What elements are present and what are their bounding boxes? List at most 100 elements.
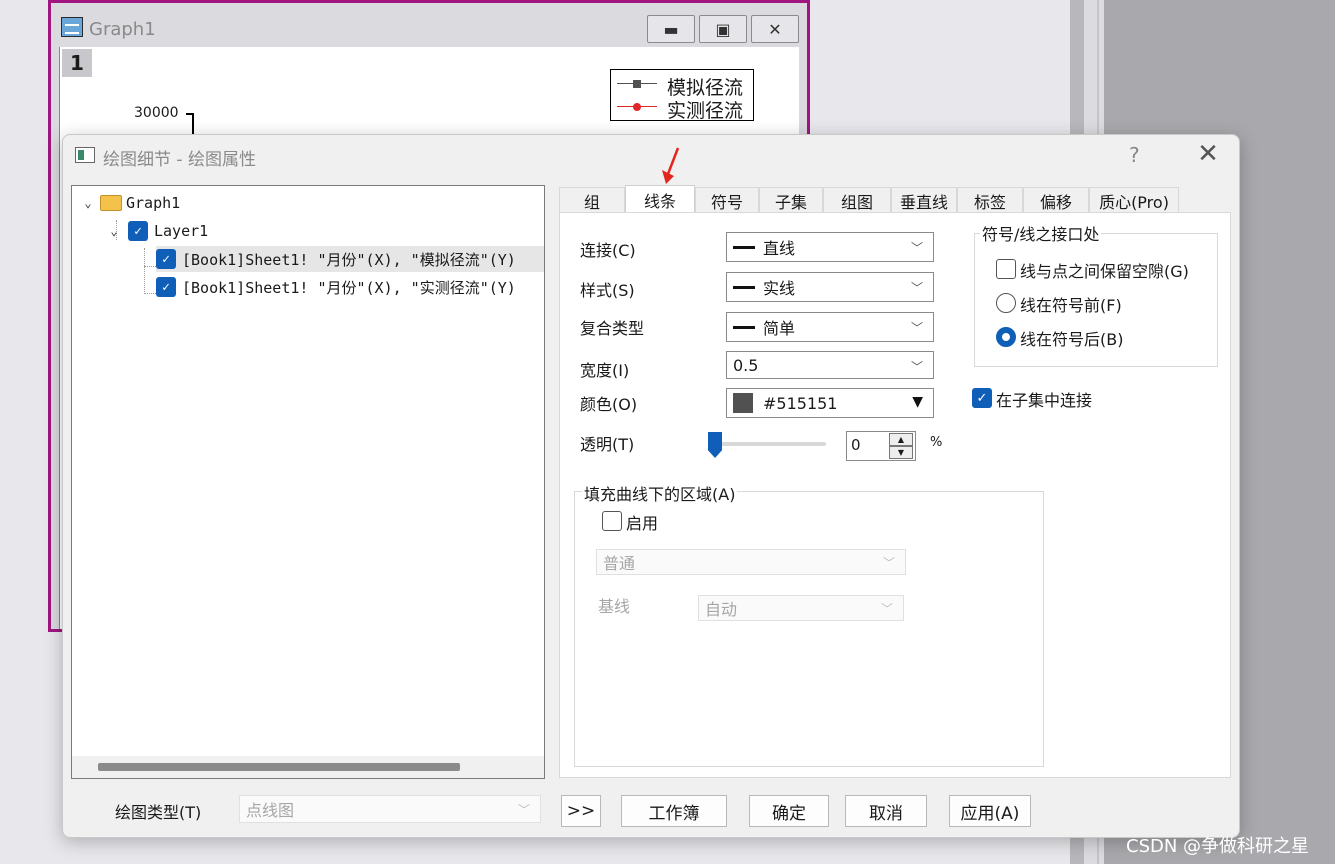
subset-connect-checkbox[interactable]: ✓ <box>972 388 992 408</box>
plot-checkbox[interactable]: ✓ <box>156 249 176 269</box>
help-button[interactable]: ? <box>1129 143 1140 167</box>
workbook-button[interactable]: 工作簿 <box>621 795 727 827</box>
line-front-radio[interactable] <box>996 293 1016 313</box>
line-sample-icon <box>733 325 755 329</box>
chevron-down-icon[interactable]: ⌄ <box>106 224 122 238</box>
transparency-label: 透明(T) <box>580 435 635 454</box>
fill-mode-value: 普通 <box>603 554 636 573</box>
dialog-title: 绘图细节 - 绘图属性 <box>103 150 256 170</box>
tree-node-label: [Book1]Sheet1! "月份"(X), "模拟径流"(Y) <box>182 250 516 269</box>
width-select[interactable]: 0.5 ﹀ <box>726 351 934 379</box>
tree-node-plot[interactable]: ✓ [Book1]Sheet1! "月份"(X), "实测径流"(Y) <box>156 274 516 300</box>
graph-window-icon <box>61 17 83 37</box>
plot-type-value: 点线图 <box>246 801 295 820</box>
tree-connector <box>144 248 145 294</box>
tab-group[interactable]: 组 <box>559 187 625 213</box>
transparency-slider[interactable] <box>708 442 826 446</box>
triangle-down-icon: ▼ <box>912 394 923 410</box>
back-option-label: 线在符号后(B) <box>1020 330 1124 349</box>
fill-enable-checkbox[interactable] <box>602 511 622 531</box>
tab-symbol[interactable]: 符号 <box>695 187 759 213</box>
plot-type-select[interactable]: 点线图 ﹀ <box>239 795 541 823</box>
dialog-icon <box>75 147 95 163</box>
horizontal-scrollbar[interactable] <box>72 756 544 778</box>
front-option-label: 线在符号前(F) <box>1020 296 1122 315</box>
width-label: 宽度(I) <box>580 361 630 380</box>
gap-option-label: 线与点之间保留空隙(G) <box>1020 262 1189 281</box>
tree-connector <box>144 293 156 294</box>
cancel-button[interactable]: 取消 <box>845 795 927 827</box>
chevron-down-icon: ﹀ <box>910 241 923 255</box>
expand-button[interactable]: >> <box>561 795 601 827</box>
line-sample-icon <box>733 285 755 289</box>
tab-label[interactable]: 标签 <box>957 187 1023 213</box>
dialog-close-button[interactable]: ✕ <box>1193 139 1223 169</box>
maximize-icon: ▣ <box>715 19 731 39</box>
scrollbar-thumb[interactable] <box>98 763 460 771</box>
width-value: 0.5 <box>733 355 759 375</box>
minimize-icon: ▬ <box>663 19 679 39</box>
line-back-radio[interactable] <box>996 327 1016 347</box>
chevron-down-icon: ﹀ <box>910 321 923 335</box>
percent-unit: % <box>930 435 943 450</box>
legend[interactable]: 模拟径流 实测径流 <box>610 69 754 122</box>
tab-centroid[interactable]: 质心(Pro) <box>1089 187 1179 213</box>
transparency-spinbox[interactable]: 0 ▲ ▼ <box>846 431 916 461</box>
apply-button[interactable]: 应用(A) <box>949 795 1031 827</box>
tab-group-plot[interactable]: 组图 <box>823 187 891 213</box>
subset-connect-label: 在子集中连接 <box>996 391 1093 410</box>
legend-entry: 模拟径流 <box>617 73 753 99</box>
connect-select[interactable]: 直线 ﹀ <box>726 232 934 262</box>
graph-titlebar[interactable]: Graph1 ▬ ▣ ✕ <box>51 3 807 47</box>
plot-details-dialog: 绘图细节 - 绘图属性 ? ✕ ⌄ Graph1 ⌄ ✓ Layer1 ✓ [B… <box>62 134 1240 838</box>
tree-node-label: Layer1 <box>154 222 209 240</box>
connect-label: 连接(C) <box>580 241 636 260</box>
color-select[interactable]: #515151 ▼ <box>726 388 934 418</box>
folder-icon <box>100 195 122 211</box>
baseline-label: 基线 <box>598 597 631 616</box>
color-swatch <box>733 393 753 413</box>
chevron-down-icon: ﹀ <box>910 360 923 374</box>
slider-thumb[interactable] <box>708 432 722 458</box>
tab-line[interactable]: 线条 <box>625 185 695 213</box>
spin-up-icon[interactable]: ▲ <box>889 433 913 446</box>
fill-mode-select[interactable]: 普通 ﹀ <box>596 549 906 575</box>
close-icon: ✕ <box>768 19 782 39</box>
group-title: 填充曲线下的区域(A) <box>582 481 738 505</box>
layer-badge[interactable]: 1 <box>62 49 92 77</box>
tab-offset[interactable]: 偏移 <box>1023 187 1089 213</box>
layer-checkbox[interactable]: ✓ <box>128 221 148 241</box>
legend-label: 实测径流 <box>667 100 744 122</box>
spin-down-icon[interactable]: ▼ <box>889 446 913 459</box>
compound-select[interactable]: 简单 ﹀ <box>726 312 934 342</box>
red-arrow-icon <box>662 147 680 184</box>
plot-type-label: 绘图类型(T) <box>115 803 202 822</box>
chevron-down-icon: ﹀ <box>517 803 530 817</box>
compound-label: 复合类型 <box>580 319 645 338</box>
color-label: 颜色(O) <box>580 395 638 414</box>
tree-node-graph[interactable]: ⌄ Graph1 <box>80 190 180 216</box>
legend-entry: 实测径流 <box>617 96 753 122</box>
tab-drop-lines[interactable]: 垂直线 <box>891 187 957 213</box>
chevron-down-icon[interactable]: ⌄ <box>80 196 96 210</box>
gap-checkbox[interactable] <box>996 259 1016 279</box>
tab-subset[interactable]: 子集 <box>759 187 823 213</box>
plot-tree: ⌄ Graph1 ⌄ ✓ Layer1 ✓ [Book1]Sheet1! "月份… <box>71 185 545 779</box>
baseline-select[interactable]: 自动 ﹀ <box>698 595 904 621</box>
color-value: #515151 <box>763 393 838 413</box>
maximize-button[interactable]: ▣ <box>699 15 747 43</box>
plot-checkbox[interactable]: ✓ <box>156 277 176 297</box>
square-marker-icon <box>633 80 641 88</box>
minimize-button[interactable]: ▬ <box>647 15 695 43</box>
chevron-down-icon: ﹀ <box>880 602 893 616</box>
baseline-value: 自动 <box>705 600 738 619</box>
ok-button[interactable]: 确定 <box>749 795 829 827</box>
tree-node-plot[interactable]: ✓ [Book1]Sheet1! "月份"(X), "模拟径流"(Y) <box>156 246 544 272</box>
tree-node-label: [Book1]Sheet1! "月份"(X), "实测径流"(Y) <box>182 278 516 297</box>
close-button[interactable]: ✕ <box>751 15 799 43</box>
style-select[interactable]: 实线 ﹀ <box>726 272 934 302</box>
tree-connector <box>144 266 156 267</box>
tree-node-layer[interactable]: ⌄ ✓ Layer1 <box>106 218 208 244</box>
circle-marker-icon <box>633 103 641 111</box>
style-label: 样式(S) <box>580 281 635 300</box>
